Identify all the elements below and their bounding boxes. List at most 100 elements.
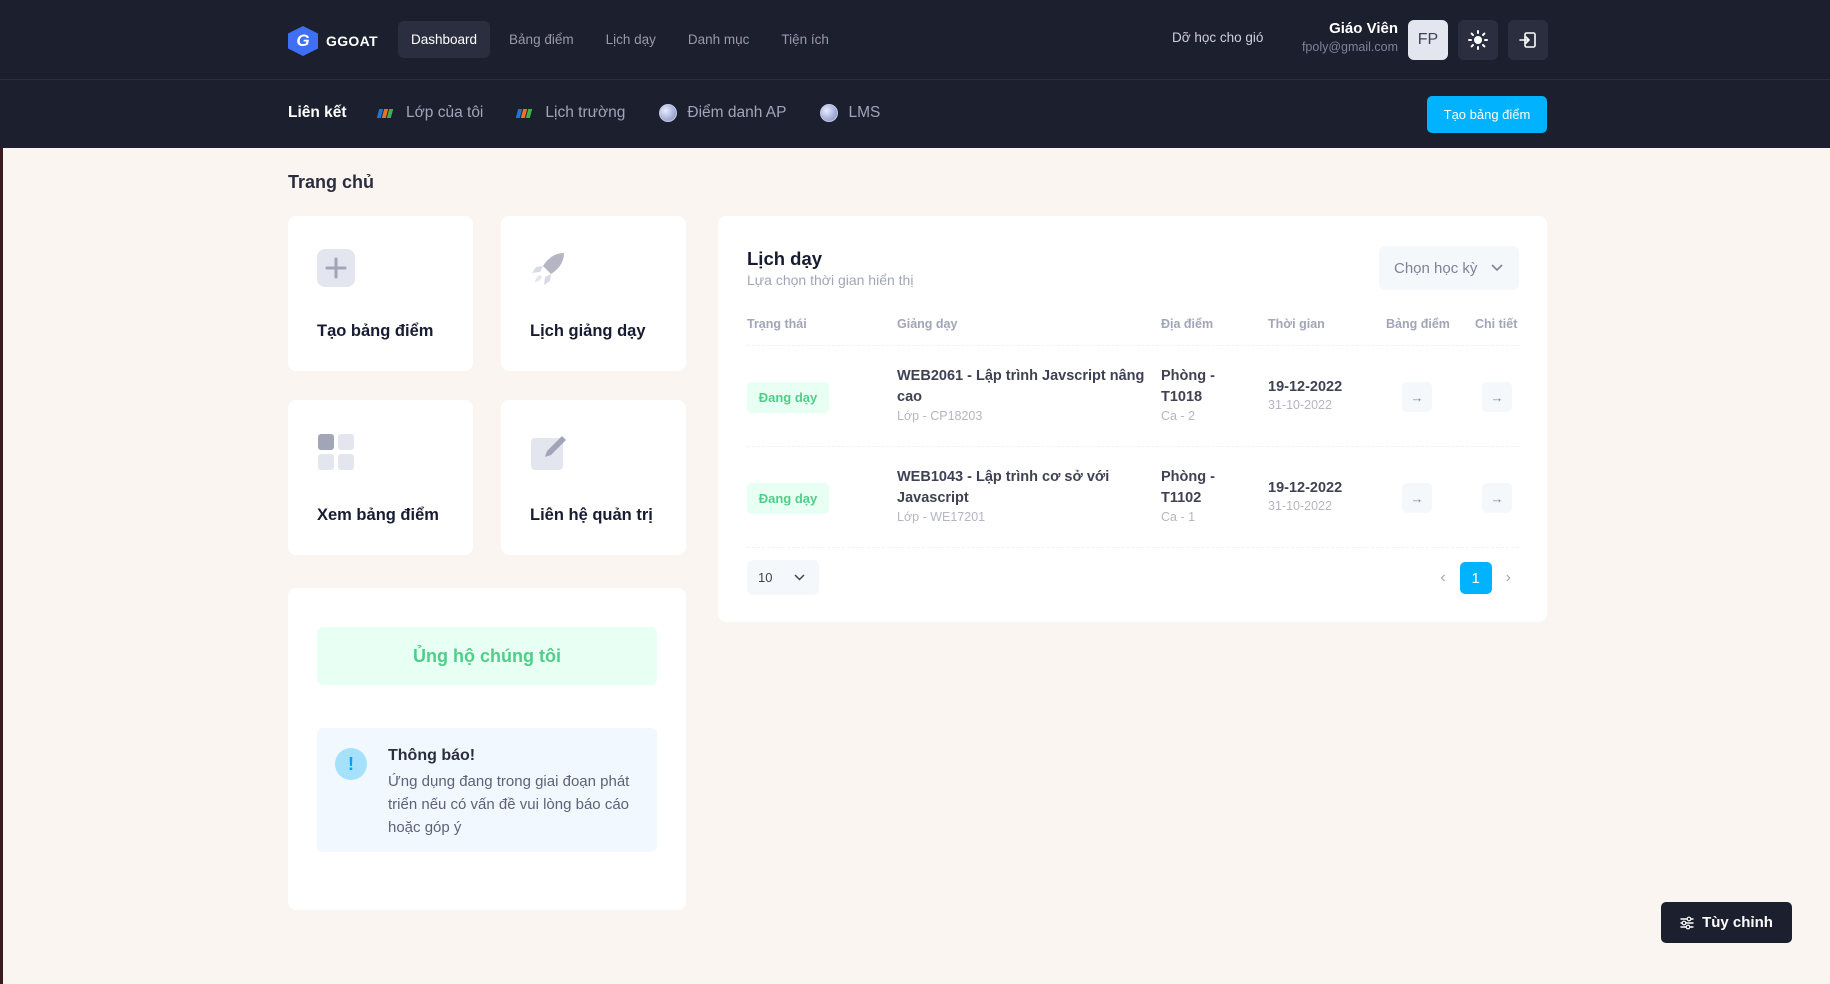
- user-info[interactable]: Giáo Viên fpoly@gmail.com: [1302, 20, 1398, 54]
- room: Phòng - T1102: [1161, 469, 1215, 506]
- link-label: Điểm danh AP: [687, 104, 787, 121]
- col-status: Trạng thái: [747, 317, 807, 331]
- logo-text: GGOAT: [326, 33, 378, 49]
- table-divider: [747, 547, 1519, 548]
- nav-danh-muc[interactable]: Danh mục: [675, 21, 763, 58]
- prev-page-button[interactable]: ‹: [1440, 569, 1445, 587]
- semester-select[interactable]: Chọn học kỳ: [1379, 246, 1519, 290]
- notice-box: ! Thông báo! Ứng dụng đang trong giai đo…: [317, 728, 657, 852]
- customize-label: Tùy chỉnh: [1702, 914, 1773, 931]
- links-bar: [0, 80, 1830, 148]
- main-nav: Dashboard Bảng điểm Lịch dạy Danh mục Ti…: [398, 21, 848, 58]
- course-name: WEB2061 - Lập trình Javscript nâng cao: [897, 368, 1145, 405]
- shift: Ca - 2: [1161, 409, 1196, 423]
- top-navbar: [0, 0, 1830, 80]
- logo-icon: G: [288, 26, 318, 56]
- tile-label: Lịch giảng dạy: [530, 322, 646, 340]
- arrow-right-icon: →: [1490, 389, 1504, 405]
- tile-create-gradebook[interactable]: Tạo bảng điểm: [288, 216, 473, 371]
- gradebook-arrow-button[interactable]: →: [1402, 483, 1432, 513]
- semester-placeholder: Chọn học kỳ: [1394, 259, 1478, 277]
- link-label: Lớp của tôi: [406, 104, 484, 121]
- user-name: Giáo Viên: [1329, 20, 1398, 37]
- link-lop-cua-toi[interactable]: Lớp của tôi: [376, 104, 484, 122]
- chevron-down-icon: [794, 574, 805, 581]
- links-title: Liên kết: [288, 104, 347, 121]
- status-badge: Đang dạy: [747, 382, 829, 413]
- table-row: Đang dạy WEB1043 - Lập trình cơ sở với J…: [747, 446, 1519, 547]
- room: Phòng - T1018: [1161, 368, 1215, 405]
- col-gradebook: Bảng điểm: [1386, 317, 1450, 331]
- tile-contact-admin[interactable]: Liên hệ quản trị: [501, 400, 686, 555]
- class-code: Lớp - CP18203: [897, 409, 983, 423]
- page-size-select[interactable]: 10: [747, 560, 819, 595]
- grid-icon: [318, 434, 354, 470]
- tile-label: Tạo bảng điểm: [317, 322, 434, 340]
- tile-view-gradebook[interactable]: Xem bảng điểm: [288, 400, 473, 555]
- logout-button[interactable]: [1508, 20, 1548, 60]
- gradebook-arrow-button[interactable]: →: [1402, 382, 1432, 412]
- schedule-subtitle: Lựa chọn thời gian hiển thị: [747, 272, 914, 288]
- link-lms[interactable]: LMS: [820, 104, 880, 122]
- link-label: Lịch trường: [545, 104, 626, 121]
- start-date: 31-10-2022: [1268, 398, 1332, 412]
- sun-icon: [1468, 30, 1488, 50]
- customize-button[interactable]: Tùy chỉnh: [1661, 902, 1792, 943]
- arrow-right-icon: →: [1410, 389, 1424, 405]
- next-page-button[interactable]: ›: [1506, 569, 1511, 587]
- sliders-icon: [1680, 916, 1694, 929]
- page-title: Trang chủ: [288, 172, 375, 192]
- status-badge: Đang dạy: [747, 483, 829, 514]
- end-date: 19-12-2022: [1268, 480, 1343, 496]
- left-edge: [0, 148, 3, 984]
- class-code: Lớp - WE17201: [897, 510, 986, 524]
- rocket-icon: [532, 253, 564, 285]
- end-date: 19-12-2022: [1268, 379, 1343, 395]
- nav-lich-day[interactable]: Lịch dạy: [593, 21, 669, 58]
- info-icon: !: [335, 748, 367, 780]
- support-card: Ủng hộ chúng tôi ! Thông báo! Ứng dụng đ…: [288, 588, 686, 910]
- page-number-button[interactable]: 1: [1459, 562, 1492, 594]
- detail-arrow-button[interactable]: →: [1482, 382, 1512, 412]
- col-location: Địa điểm: [1161, 317, 1214, 331]
- schedule-title: Lịch dạy: [747, 248, 823, 269]
- notice-title: Thông báo!: [388, 747, 476, 764]
- tagline: Dỡ học cho gió: [1172, 30, 1264, 45]
- tile-teaching-schedule[interactable]: Lịch giảng dạy: [501, 216, 686, 371]
- arrow-right-icon: →: [1490, 490, 1504, 506]
- avatar[interactable]: FP: [1408, 20, 1448, 60]
- globe-icon: [820, 104, 839, 122]
- course-name: WEB1043 - Lập trình cơ sở với Javascript: [897, 469, 1110, 506]
- page-size-value: 10: [758, 570, 773, 585]
- plus-icon: [317, 249, 355, 287]
- notice-text: Ứng dụng đang trong giai đoạn phát triển…: [388, 773, 630, 836]
- col-time: Thời gian: [1268, 317, 1325, 331]
- edit-icon: [531, 436, 566, 470]
- tile-label: Xem bảng điểm: [317, 506, 439, 524]
- user-email: fpoly@gmail.com: [1301, 40, 1398, 54]
- create-gradebook-button[interactable]: Tạo bảng điểm: [1427, 96, 1547, 133]
- fpt-logo-icon: [376, 107, 396, 119]
- start-date: 31-10-2022: [1268, 499, 1332, 513]
- link-label: LMS: [848, 104, 881, 121]
- globe-icon: [659, 104, 678, 122]
- tile-label: Liên hệ quản trị: [530, 506, 653, 524]
- nav-dashboard[interactable]: Dashboard: [398, 21, 491, 58]
- link-lich-truong[interactable]: Lịch trường: [516, 104, 626, 122]
- fpt-logo-icon: [516, 107, 535, 119]
- support-us-button[interactable]: Ủng hộ chúng tôi: [317, 627, 657, 685]
- detail-arrow-button[interactable]: →: [1482, 483, 1512, 513]
- shift: Ca - 1: [1161, 510, 1196, 524]
- arrow-right-icon: →: [1410, 490, 1424, 506]
- theme-toggle-button[interactable]: [1458, 20, 1498, 60]
- logo[interactable]: G GGOAT: [288, 26, 378, 56]
- col-detail: Chi tiết: [1475, 317, 1518, 331]
- nav-tien-ich[interactable]: Tiện ích: [768, 21, 842, 58]
- nav-bang-diem[interactable]: Bảng điểm: [496, 21, 587, 58]
- chevron-down-icon: [1491, 264, 1503, 272]
- table-row: Đang dạy WEB2061 - Lập trình Javscript n…: [747, 345, 1519, 446]
- links-list: Lớp của tôi Lịch trường Điểm danh AP LMS: [376, 104, 880, 122]
- col-course: Giảng dạy: [897, 317, 958, 331]
- pagination: ‹ 1 ›: [1440, 562, 1511, 594]
- link-diem-danh-ap[interactable]: Điểm danh AP: [659, 104, 786, 122]
